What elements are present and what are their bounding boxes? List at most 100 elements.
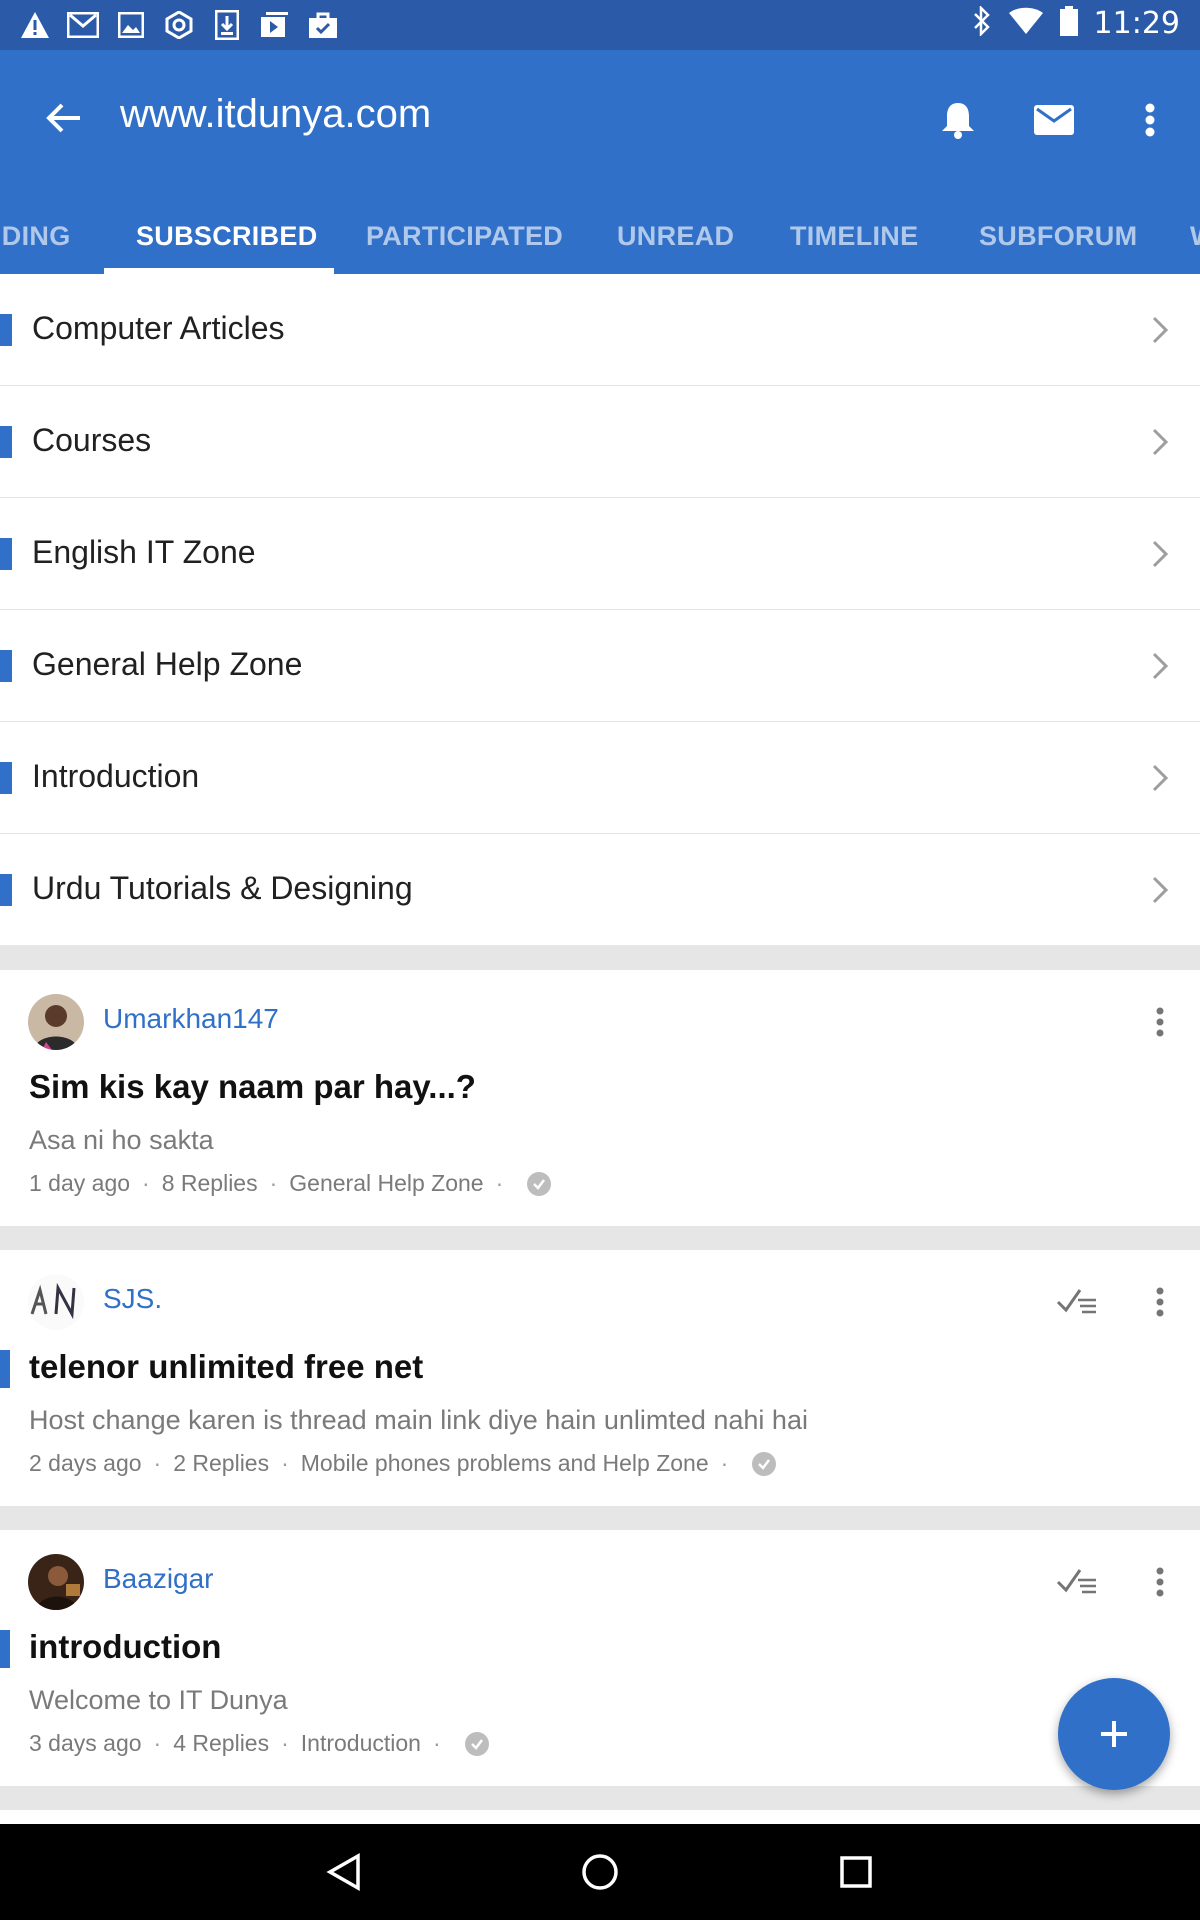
gmail-icon: [66, 8, 100, 42]
overflow-menu-icon: [1156, 1287, 1164, 1317]
forum-item-urdu-tutorials[interactable]: Urdu Tutorials & Designing: [0, 834, 1200, 945]
topic-meta: 1 day ago · 8 Replies · General Help Zon…: [29, 1170, 552, 1197]
avatar[interactable]: [28, 994, 84, 1050]
tab-label: TIMELINE: [790, 220, 919, 251]
topic-replies: 8 Replies: [161, 1170, 258, 1196]
mark-read-button[interactable]: [1056, 1566, 1100, 1598]
topic-title: telenor unlimited free net: [29, 1348, 424, 1385]
forum-label: Courses: [32, 422, 152, 458]
forum-item-introduction[interactable]: Introduction: [0, 722, 1200, 834]
status-bar: 11:29: [0, 0, 1200, 50]
forum-item-english-it-zone[interactable]: English IT Zone: [0, 498, 1200, 610]
subscribed-check-icon: [752, 1451, 777, 1476]
forum-marker: [0, 874, 12, 906]
topic-card[interactable]: SJS. telenor unlimited free net Host cha…: [0, 1250, 1200, 1506]
separator: ·: [269, 1170, 278, 1196]
topic-time: 3 days ago: [29, 1730, 142, 1756]
topic-forum: General Help Zone: [289, 1170, 484, 1196]
separator: ·: [495, 1170, 504, 1196]
wifi-icon: [1008, 7, 1044, 40]
overflow-menu-icon: [1156, 1007, 1164, 1037]
bell-icon: [942, 103, 974, 139]
chevron-right-icon: [1152, 540, 1169, 568]
tab-label: W: [1190, 221, 1200, 252]
download-icon: [210, 8, 244, 42]
back-button[interactable]: [36, 90, 92, 146]
topic-snippet: Host change karen is thread main link di…: [29, 1405, 808, 1435]
app-bar-actions: [928, 90, 1180, 150]
chevron-right-icon: [1152, 876, 1169, 904]
separator: ·: [281, 1730, 289, 1756]
plus-icon: [1101, 1721, 1127, 1747]
topic-card[interactable]: Baazigar introduction Welcome to IT Duny…: [0, 1530, 1200, 1786]
overflow-menu-button[interactable]: [1120, 90, 1180, 150]
separator: ·: [281, 1450, 289, 1476]
tab-next[interactable]: W: [1190, 198, 1200, 274]
tab-label: UNREAD: [617, 220, 735, 251]
notifications-button[interactable]: [928, 90, 988, 150]
author-name[interactable]: Baazigar: [103, 1563, 214, 1595]
subscribed-forum-list: Computer Articles Courses English IT Zon…: [0, 274, 1200, 945]
nav-home-button[interactable]: [570, 1842, 630, 1902]
subscribed-check-icon: [464, 1731, 489, 1756]
forum-label: Urdu Tutorials & Designing: [32, 870, 413, 906]
store-icon: [306, 8, 340, 42]
topic-menu-button[interactable]: [1150, 1558, 1170, 1606]
bluetooth-icon: [972, 4, 992, 41]
mark-read-button[interactable]: [1056, 1286, 1100, 1318]
nav-recents-button[interactable]: [826, 1842, 886, 1902]
forum-item-general-help-zone[interactable]: General Help Zone: [0, 610, 1200, 722]
subscribed-check-icon: [527, 1171, 552, 1196]
mark-read-icon: [1056, 1569, 1096, 1594]
square-recents-icon: [840, 1856, 872, 1888]
notification-icons: [18, 8, 340, 42]
tab-participated[interactable]: PARTICIPATED: [366, 198, 563, 274]
topic-snippet: Welcome to IT Dunya: [29, 1685, 288, 1715]
topic-time: 2 days ago: [29, 1450, 142, 1476]
tab-subforum[interactable]: SUBFORUM: [979, 198, 1137, 274]
separator: ·: [142, 1170, 150, 1196]
chevron-right-icon: [1152, 764, 1169, 792]
forum-marker: [0, 762, 12, 794]
tab-unread[interactable]: UNREAD: [617, 198, 734, 274]
nav-back-button[interactable]: [314, 1842, 374, 1902]
avatar[interactable]: [28, 1554, 84, 1610]
forum-item-courses[interactable]: Courses: [0, 386, 1200, 498]
page-title: www.itdunya.com: [120, 92, 432, 136]
app-bar: www.itdunya.com IDING SUBSCRIBED PARTICI…: [0, 50, 1200, 274]
clock: 11:29: [1093, 6, 1180, 41]
topic-card[interactable]: Umarkhan147 Sim kis kay naam par hay...?…: [0, 970, 1200, 1226]
unread-indicator: [0, 1630, 10, 1668]
tab-subscribed[interactable]: SUBSCRIBED: [136, 198, 318, 274]
forum-marker: [0, 650, 12, 682]
author-name[interactable]: SJS.: [103, 1283, 162, 1315]
author-name[interactable]: Umarkhan147: [103, 1003, 279, 1035]
topic-replies: 2 Replies: [173, 1450, 270, 1476]
topic-replies: 4 Replies: [173, 1730, 270, 1756]
chevron-right-icon: [1152, 428, 1169, 456]
topic-forum: Introduction: [300, 1730, 421, 1756]
separator: ·: [720, 1450, 729, 1476]
tab-label: IDING: [0, 220, 71, 251]
separator: ·: [432, 1730, 441, 1756]
avatar[interactable]: [28, 1274, 84, 1330]
topic-title: Sim kis kay naam par hay...?: [29, 1068, 476, 1105]
tab-trending[interactable]: IDING: [0, 198, 71, 274]
arrow-left-icon: [46, 103, 80, 133]
messages-button[interactable]: [1024, 90, 1084, 150]
overflow-menu-icon: [1145, 103, 1155, 137]
circle-home-icon: [582, 1854, 618, 1890]
system-icons: 11:29: [972, 4, 1180, 41]
tab-timeline[interactable]: TIMELINE: [790, 198, 918, 274]
forum-item-computer-articles[interactable]: Computer Articles: [0, 274, 1200, 386]
topic-menu-button[interactable]: [1150, 998, 1170, 1046]
topic-menu-button[interactable]: [1150, 1278, 1170, 1326]
mark-read-icon: [1056, 1289, 1096, 1314]
forum-label: Introduction: [32, 758, 200, 794]
video-icon: [258, 8, 292, 42]
unread-indicator: [0, 1350, 10, 1388]
tab-label: SUBFORUM: [979, 220, 1138, 251]
new-topic-button[interactable]: [1058, 1678, 1170, 1790]
triangle-back-icon: [326, 1852, 360, 1892]
forum-marker: [0, 538, 12, 570]
